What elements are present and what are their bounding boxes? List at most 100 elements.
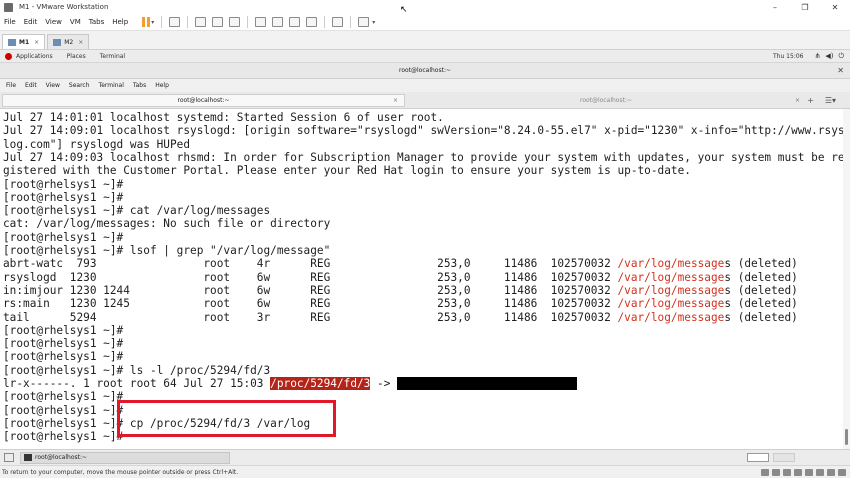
terminal-tab-2[interactable]: root@localhost:~ × [406, 94, 806, 107]
tab-m1[interactable]: M1 × [2, 34, 46, 49]
tab-menu-icon[interactable]: ☰▾ [825, 96, 836, 105]
menu-edit[interactable]: Edit [24, 18, 38, 26]
terminal-line: [root@rhelsys1 ~]# lsof | grep "/var/log… [3, 244, 331, 257]
redacted-link-target: /var/log/messages (deleted) [397, 377, 578, 390]
menu-help[interactable]: Help [155, 82, 169, 89]
symlink-arrow: -> [370, 377, 398, 390]
terminal-line: Jul 27 14:09:03 localhost rhsmd: In orde… [3, 150, 843, 164]
menu-tabs[interactable]: Tabs [133, 82, 146, 89]
terminal-line: [root@rhelsys1 ~]# [3, 177, 124, 191]
hard-disk-icon[interactable] [761, 468, 769, 476]
task-label: root@localhost:~ [35, 454, 88, 461]
close-tab-icon[interactable]: × [34, 39, 39, 46]
scrollbar-thumb[interactable] [845, 429, 848, 445]
terminal-line: [root@rhelsys1 ~]# [3, 390, 124, 404]
gnome-top-bar: Applications Places Terminal Thu 15:06 ⋔… [0, 50, 850, 63]
gnome-taskbar: root@localhost:~ [0, 449, 850, 465]
usb-icon[interactable] [794, 468, 802, 476]
send-ctrl-alt-del-icon[interactable] [169, 17, 181, 27]
applications-menu[interactable]: Applications [16, 53, 53, 60]
terminal-tab-1[interactable]: root@localhost:~ × [2, 94, 405, 107]
toolbar-separator [187, 16, 189, 28]
terminal-menu-bar: File Edit View Search Terminal Tabs Help [0, 79, 850, 92]
maximize-button[interactable]: ❐ [790, 0, 820, 14]
snapshot-icon[interactable] [195, 17, 207, 27]
clock[interactable]: Thu 15:06 [773, 53, 803, 60]
library-icon[interactable] [255, 17, 267, 27]
thumbnail-bar-icon[interactable] [272, 17, 284, 27]
window-controls: – ❐ ✕ [760, 0, 850, 14]
pause-icon[interactable] [142, 17, 151, 27]
lsof-row-suffix: s (deleted) [724, 257, 798, 271]
network-adapter-icon[interactable] [783, 468, 791, 476]
show-desktop-icon[interactable] [4, 453, 14, 462]
tab-m2[interactable]: M2 × [47, 34, 90, 49]
terminal-line: gistered with the Customer Portal. Pleas… [3, 164, 691, 178]
workspace-2[interactable] [773, 453, 795, 462]
chevron-down-icon[interactable]: ▾ [151, 19, 154, 26]
places-menu[interactable]: Places [67, 53, 86, 60]
lsof-row: rsyslogd 1230 root 6w REG 253,0 11486 10… [3, 271, 798, 284]
workspace-1[interactable] [747, 453, 769, 462]
lsof-row-suffix: s (deleted) [724, 297, 798, 311]
menu-file[interactable]: File [6, 82, 16, 89]
system-tray[interactable]: ⋔ ◀) ⏻ [814, 52, 844, 61]
terminal-scrollbar[interactable] [843, 109, 850, 449]
grep-match: /var/log/message [617, 283, 725, 297]
chevron-down-icon[interactable]: ▾ [372, 19, 375, 26]
menu-help[interactable]: Help [112, 18, 128, 26]
terminal-line: [root@rhelsys1 ~]# [3, 350, 124, 364]
terminal-line: [root@rhelsys1 ~]# [3, 230, 124, 244]
tab-label: M1 [19, 38, 30, 46]
close-icon[interactable]: ✕ [837, 66, 844, 75]
taskbar-window-button[interactable]: root@localhost:~ [20, 451, 230, 464]
revert-snapshot-icon[interactable] [212, 17, 224, 27]
terminal-tab-bar: root@localhost:~ × root@localhost:~ × + … [0, 92, 850, 109]
stretch-guest-icon[interactable] [358, 17, 370, 27]
menu-edit[interactable]: Edit [25, 82, 37, 89]
menu-file[interactable]: File [4, 18, 16, 26]
menu-vm[interactable]: VM [70, 18, 81, 26]
command-highlight-box [117, 400, 336, 437]
grep-match: /var/log/message [617, 257, 725, 271]
tab-label: M2 [64, 38, 74, 46]
terminal-title-bar: root@localhost:~ ✕ [0, 63, 850, 79]
sound-card-icon[interactable] [805, 468, 813, 476]
terminal-line: [root@rhelsys1 ~]# [3, 323, 124, 337]
lsof-row-fields: abrt-watc 793 root 4r REG 253,0 11486 10… [3, 257, 618, 271]
unity-icon[interactable] [306, 17, 318, 27]
close-tab-icon[interactable]: × [393, 97, 398, 104]
terminal-line: [root@rhelsys1 ~]# [3, 337, 124, 351]
close-tab-icon[interactable]: × [78, 39, 83, 46]
terminal-output[interactable]: Jul 27 14:01:01 localhost systemd: Start… [0, 109, 843, 449]
menu-terminal[interactable]: Terminal [99, 82, 124, 89]
cd-dvd-icon[interactable] [772, 468, 780, 476]
tab-label: root@localhost:~ [579, 97, 632, 104]
terminal-line: [root@rhelsys1 ~]# [3, 190, 124, 204]
menu-view[interactable]: View [45, 18, 62, 26]
menu-search[interactable]: Search [69, 82, 90, 89]
terminal-app-menu[interactable]: Terminal [100, 53, 125, 60]
menu-tabs[interactable]: Tabs [89, 18, 105, 26]
lsof-row: abrt-watc 793 root 4r REG 253,0 11486 10… [3, 257, 798, 270]
close-button[interactable]: ✕ [820, 0, 850, 14]
minimize-button[interactable]: – [760, 0, 790, 14]
vmware-status-bar: To return to your computer, move the mou… [0, 465, 850, 478]
menu-view[interactable]: View [46, 82, 60, 89]
close-tab-icon[interactable]: × [795, 97, 800, 104]
terminal-title: root@localhost:~ [398, 67, 451, 74]
status-message: To return to your computer, move the mou… [2, 468, 239, 476]
display-icon[interactable] [827, 468, 835, 476]
printer-icon[interactable] [816, 468, 824, 476]
snapshot-manager-icon[interactable] [229, 17, 241, 27]
terminal-line: [root@rhelsys1 ~]# ls -l /proc/5294/fd/3 [3, 363, 271, 377]
new-tab-icon[interactable]: + [807, 96, 814, 105]
tab-label: root@localhost:~ [177, 97, 230, 104]
symlink-path: /proc/5294/fd/3 [270, 377, 371, 390]
console-view-icon[interactable] [332, 17, 344, 27]
terminal-line: Jul 27 14:01:01 localhost systemd: Start… [3, 111, 444, 124]
full-screen-icon[interactable] [289, 17, 301, 27]
terminal-line: [root@rhelsys1 ~]# [3, 403, 124, 417]
lsof-row-fields: rs:main 1230 1245 root 6w REG 253,0 1148… [3, 297, 618, 311]
message-log-icon[interactable] [838, 468, 846, 476]
